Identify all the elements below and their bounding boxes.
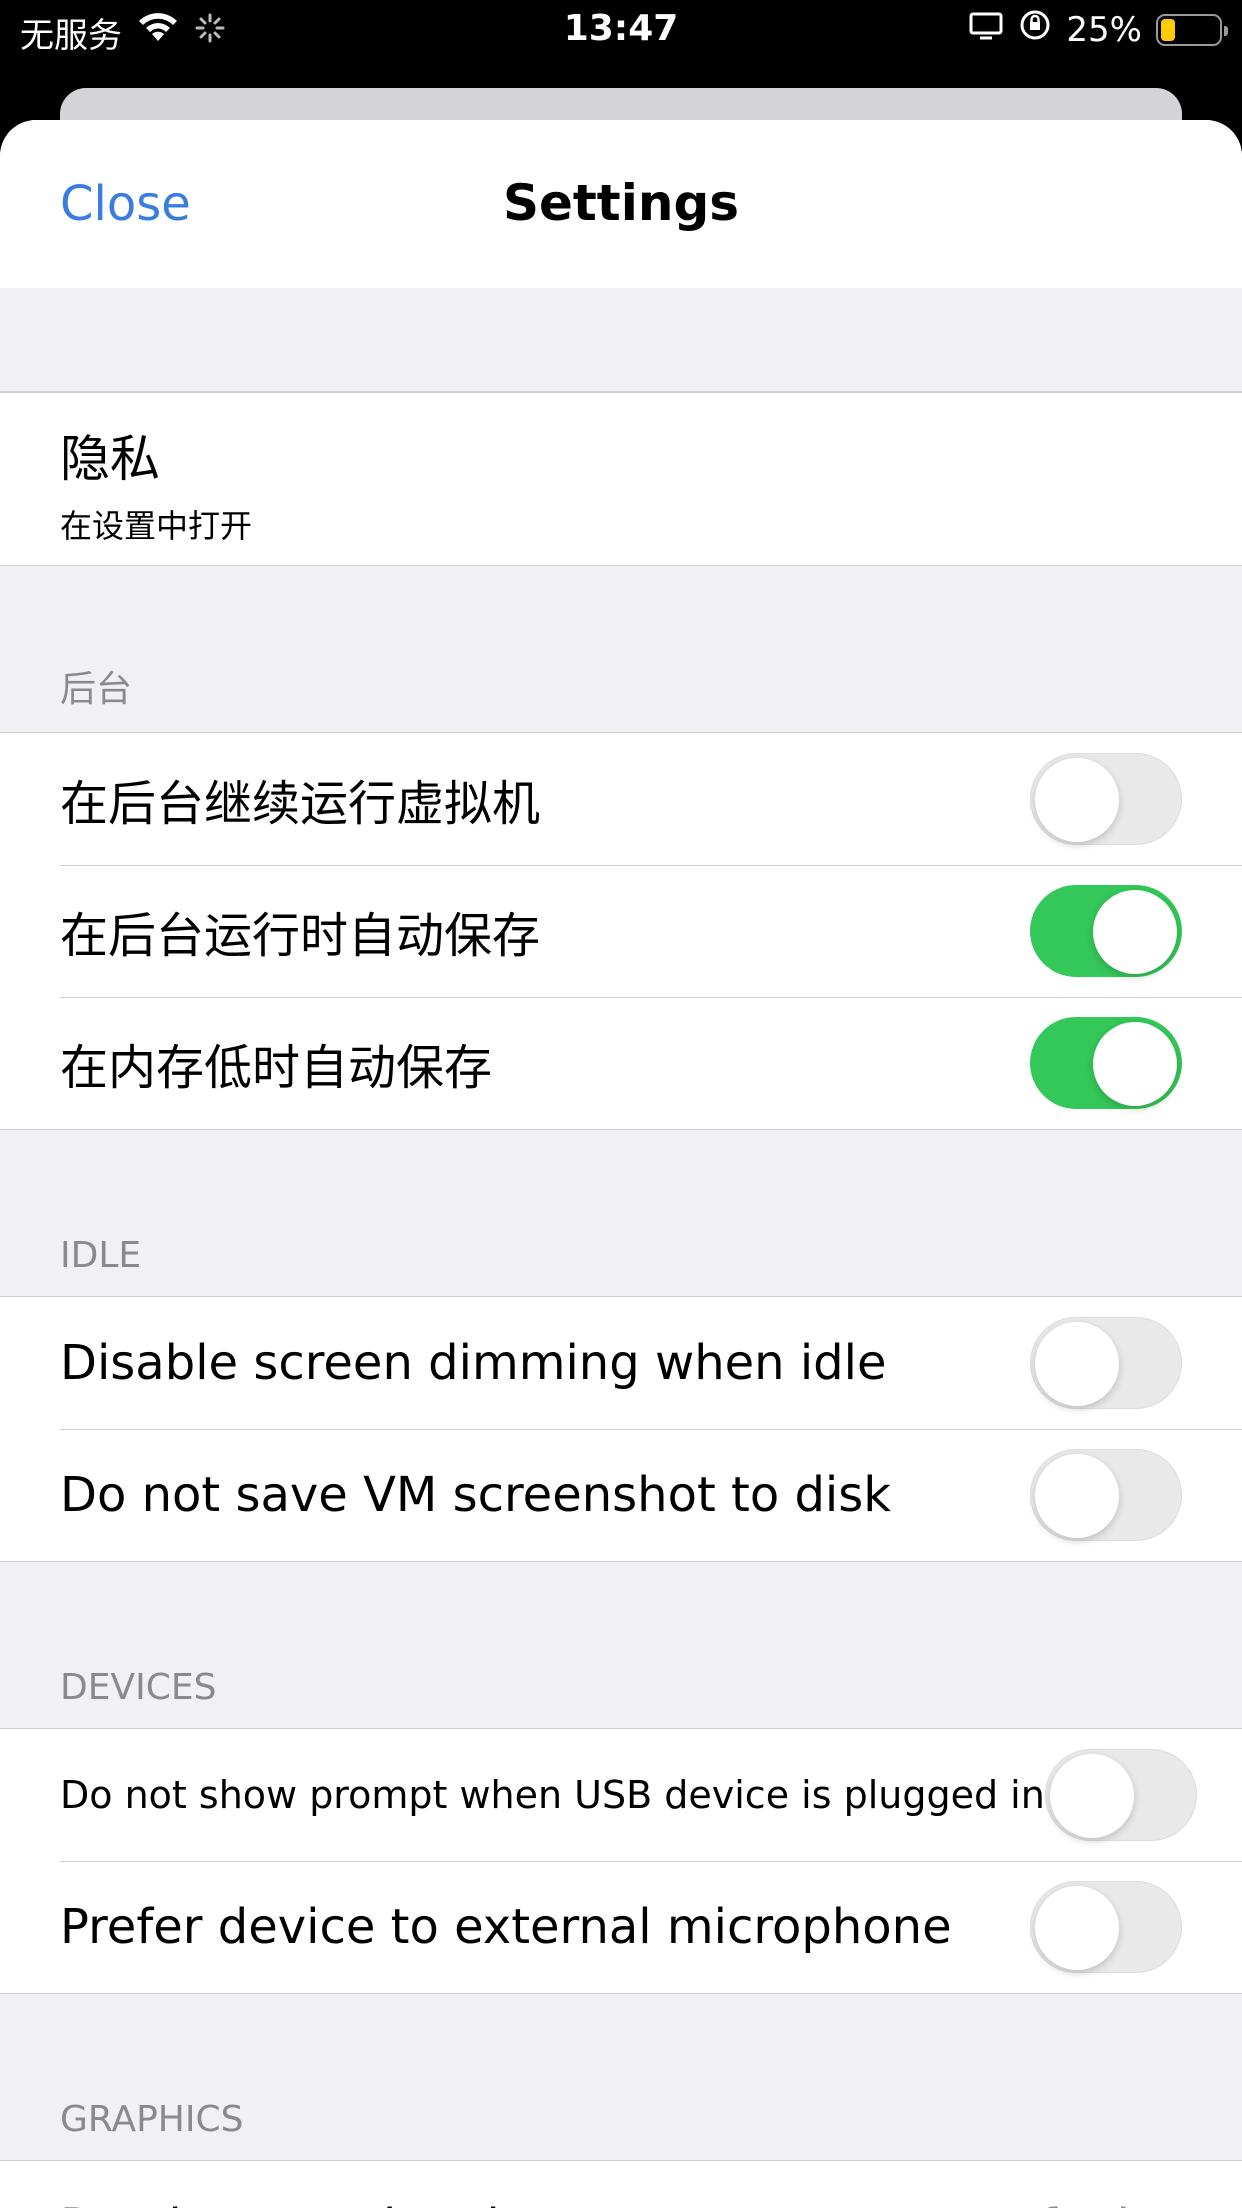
chevron-right-icon: › [1163,2199,1182,2208]
prefer-device-microphone-toggle[interactable] [1030,1881,1182,1973]
row-label: 在后台运行时自动保存 [60,908,541,964]
keep-running-background-toggle[interactable] [1030,753,1182,845]
row-label: Do not show prompt when USB device is pl… [60,1773,1045,1817]
settings-sheet: Close Settings 隐私 在设置中打开 后台 在后台继续运行虚拟机 在… [0,120,1242,2208]
section-header-devices: DEVICES [60,1667,217,1708]
renderer-backend-row[interactable]: Renderer Backend Default › [0,2161,1242,2208]
toggle-row: 在内存低时自动保存 [0,997,1242,1129]
row-label: Prefer device to external microphone [60,1899,952,1955]
toggle-knob [1049,1754,1134,1838]
disable-screen-dimming-toggle[interactable] [1030,1317,1182,1409]
battery-percent: 25% [1066,9,1142,50]
autosave-background-toggle[interactable] [1030,885,1182,977]
toggle-knob [1035,1454,1119,1538]
no-usb-prompt-toggle[interactable] [1044,1749,1197,1841]
row-label: Disable screen dimming when idle [60,1335,887,1391]
background-group: 在后台继续运行虚拟机 在后台运行时自动保存 在内存低时自动保存 [0,732,1242,1130]
toggle-row: Disable screen dimming when idle [0,1297,1242,1429]
idle-group: Disable screen dimming when idle Do not … [0,1296,1242,1562]
toggle-knob [1035,1322,1119,1406]
battery-icon [1156,13,1228,46]
privacy-group: 隐私 在设置中打开 [0,392,1242,566]
toggle-row: Do not save VM screenshot to disk [0,1429,1242,1561]
toggle-row: Do not show prompt when USB device is pl… [0,1729,1242,1861]
section-spacer [0,288,1242,392]
section-header-graphics: GRAPHICS [60,2099,244,2140]
toggle-row: 在后台继续运行虚拟机 [0,733,1242,865]
privacy-title: 隐私 [60,430,160,488]
battery-level [1161,18,1175,41]
toggle-knob [1093,1022,1177,1106]
toggle-knob [1035,758,1119,842]
page-title: Settings [502,174,739,232]
no-vm-screenshot-toggle[interactable] [1030,1449,1182,1541]
row-label: Renderer Backend [60,2199,500,2208]
toggle-row: 在后台运行时自动保存 [0,865,1242,997]
devices-group: Do not show prompt when USB device is pl… [0,1728,1242,1994]
row-label: Do not save VM screenshot to disk [60,1467,892,1523]
privacy-subtitle: 在设置中打开 [60,507,253,545]
section-header-idle: IDLE [60,1235,142,1276]
navigation-bar: Close Settings [0,120,1242,288]
screen-mirroring-icon [968,10,1004,50]
graphics-group: Renderer Backend Default › [0,2160,1242,2208]
orientation-lock-icon [1018,8,1052,51]
toggle-row: Prefer device to external microphone [0,1861,1242,1993]
autosave-low-memory-toggle[interactable] [1030,1017,1182,1109]
toggle-knob [1093,890,1177,974]
row-label: 在后台继续运行虚拟机 [60,776,541,832]
toggle-knob [1035,1886,1119,1970]
status-bar: 无服务 13:47 25% [0,0,1242,62]
renderer-backend-value: Default [973,2199,1148,2208]
privacy-cell[interactable]: 隐私 在设置中打开 [0,393,1242,565]
row-label: 在内存低时自动保存 [60,1040,493,1096]
section-header-background: 后台 [60,669,133,710]
